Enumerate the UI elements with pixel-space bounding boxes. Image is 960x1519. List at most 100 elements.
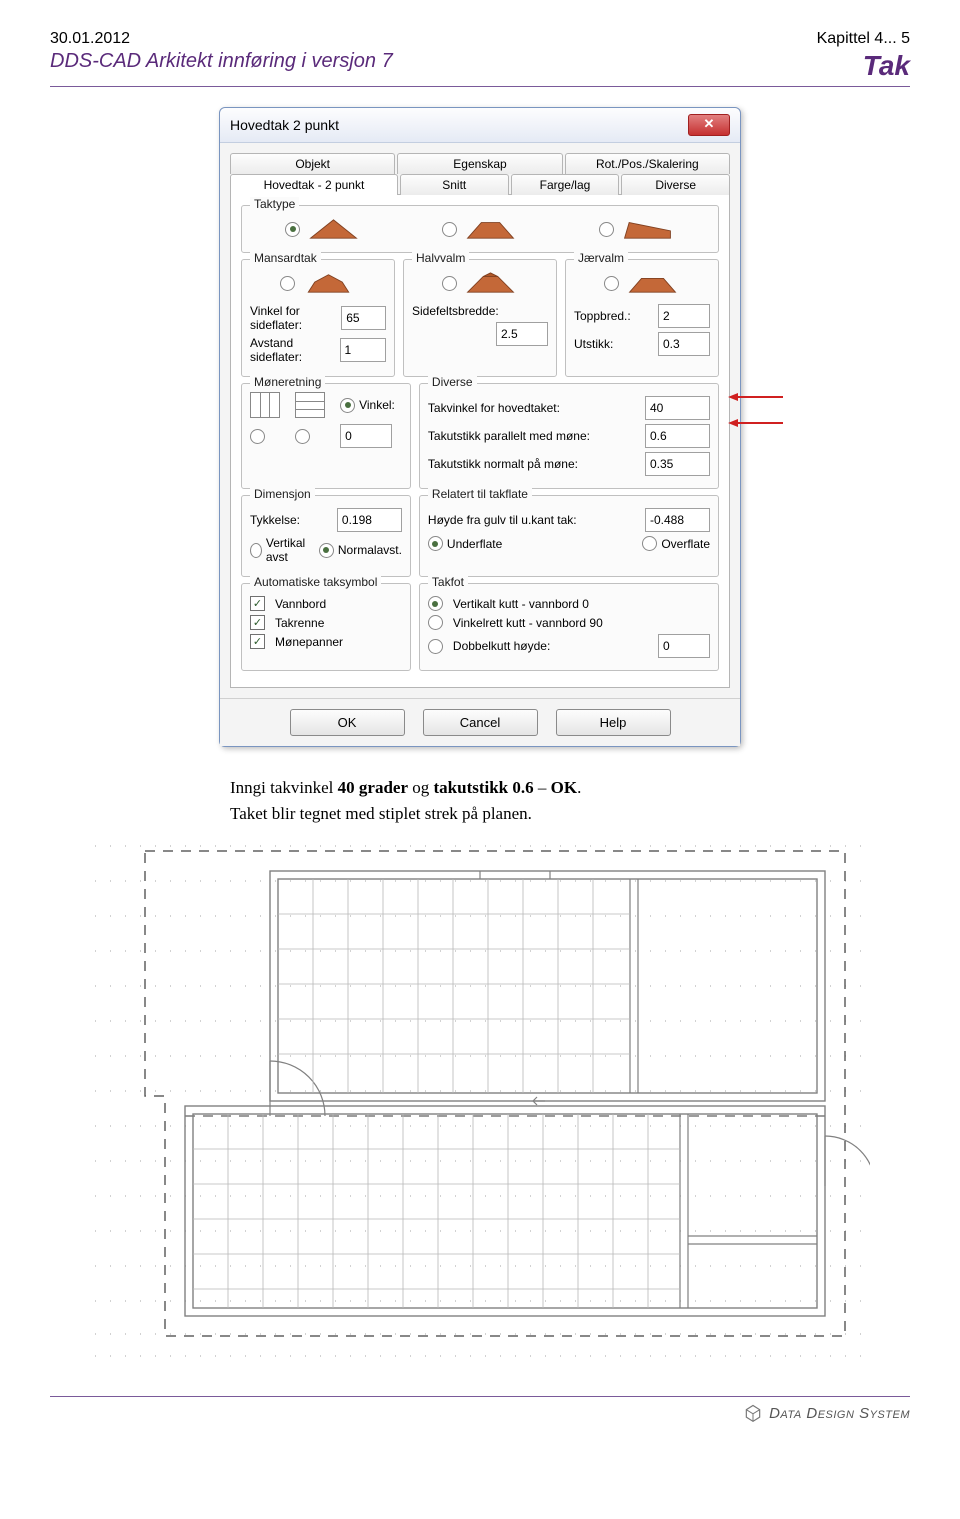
group-jaervalm: Jærvalm Toppbred.: 2 Utstikk: — [565, 259, 719, 377]
takvinkel-label: Takvinkel for hovedtaket: — [428, 401, 560, 415]
tab-rotpos[interactable]: Rot./Pos./Skalering — [565, 153, 730, 174]
jaervalm-label: Jærvalm — [574, 251, 628, 265]
vertavst-label: Vertikal avst — [266, 536, 315, 564]
vinkelrett-label: Vinkelrett kutt - vannbord 90 — [453, 616, 603, 630]
vkutt-radio[interactable] — [428, 596, 443, 611]
body-line2: Taket blir tegnet med stiplet strek på p… — [230, 801, 910, 827]
roof-jaervalm-icon — [625, 268, 680, 298]
body-line1: Inngi takvinkel 40 grader og takutstikk … — [230, 775, 910, 801]
hoyde-input[interactable]: -0.488 — [645, 508, 710, 532]
vkutt-label: Vertikalt kutt - vannbord 0 — [453, 597, 589, 611]
hoyde-label: Høyde fra gulv til u.kant tak: — [428, 513, 577, 527]
tab-objekt[interactable]: Objekt — [230, 153, 395, 174]
taktype-radio-shed[interactable] — [599, 222, 614, 237]
jaervalm-radio[interactable] — [604, 276, 619, 291]
avstand-side-input[interactable]: 1 — [340, 338, 386, 362]
dobbel-radio[interactable] — [428, 639, 443, 654]
mone-vert-radio[interactable] — [250, 429, 265, 444]
tab-fargelag[interactable]: Farge/lag — [511, 174, 620, 195]
close-icon[interactable]: ✕ — [688, 114, 730, 136]
header-date: 30.01.2012 — [50, 30, 130, 48]
normalt-label: Takutstikk normalt på møne: — [428, 457, 578, 471]
halvvalm-label: Halvvalm — [412, 251, 469, 265]
utstikk-label: Utstikk: — [574, 337, 613, 351]
group-autosymbol: Automatiske taksymbol Vannbord Takrenne … — [241, 583, 411, 671]
mansard-label: Mansardtak — [250, 251, 321, 265]
normalt-input[interactable]: 0.35 — [645, 452, 710, 476]
toppbred-input[interactable]: 2 — [658, 304, 710, 328]
cancel-button[interactable]: Cancel — [423, 709, 538, 736]
overflate-label: Overflate — [661, 537, 710, 551]
parallelt-label: Takutstikk parallelt med møne: — [428, 429, 590, 443]
group-halvvalm: Halvvalm Sidefeltsbredde: 2.5 — [403, 259, 557, 377]
vannbord-check[interactable] — [250, 596, 265, 611]
group-takfot: Takfot Vertikalt kutt - vannbord 0 Vinke… — [419, 583, 719, 671]
sidefelt-input[interactable]: 2.5 — [496, 322, 548, 346]
takfot-label: Takfot — [428, 575, 468, 589]
tab-diverse[interactable]: Diverse — [621, 174, 730, 195]
dialog-title-text: Hovedtak 2 punkt — [230, 117, 339, 133]
tykkelse-label: Tykkelse: — [250, 513, 300, 527]
tab-hovedtak[interactable]: Hovedtak - 2 punkt — [230, 174, 398, 195]
diverse-label: Diverse — [428, 375, 477, 389]
group-dimensjon: Dimensjon Tykkelse: 0.198 Vertikal avst … — [241, 495, 411, 577]
relatert-label: Relatert til takflate — [428, 487, 532, 501]
header-section: Tak — [863, 50, 910, 82]
taktype-radio-hip[interactable] — [442, 222, 457, 237]
vertavst-radio[interactable] — [250, 543, 262, 558]
toppbred-label: Toppbred.: — [574, 309, 631, 323]
taktype-label: Taktype — [250, 197, 299, 211]
arrow-parallelt-icon — [728, 418, 783, 428]
parallelt-input[interactable]: 0.6 — [645, 424, 710, 448]
group-moneretning: Møneretning Vinkel: 0 — [241, 383, 411, 489]
header-doctitle: DDS-CAD Arkitekt innføring i versjon 7 — [50, 50, 393, 82]
halvvalm-radio[interactable] — [442, 276, 457, 291]
dimensjon-label: Dimensjon — [250, 487, 315, 501]
autosymbol-label: Automatiske taksymbol — [250, 575, 381, 589]
dds-logo-icon — [743, 1403, 763, 1423]
group-taktype: Taktype — [241, 205, 719, 253]
underflate-label: Underflate — [447, 537, 502, 551]
takvinkel-input[interactable]: 40 — [645, 396, 710, 420]
mansard-radio[interactable] — [280, 276, 295, 291]
arrow-takvinkel-icon — [728, 392, 783, 402]
dialog-hovedtak: Hovedtak 2 punkt ✕ Objekt Egenskap Rot./… — [219, 107, 741, 747]
normavst-label: Normalavst. — [338, 543, 402, 557]
takrenne-label: Takrenne — [275, 616, 324, 630]
monepanner-label: Mønepanner — [275, 635, 343, 649]
roof-gable-icon — [306, 214, 361, 244]
help-button[interactable]: Help — [556, 709, 671, 736]
underflate-radio[interactable] — [428, 536, 443, 551]
takrenne-check[interactable] — [250, 615, 265, 630]
dobbel-input[interactable]: 0 — [658, 634, 710, 658]
mone-vinkel-radio[interactable] — [340, 398, 355, 413]
ok-button[interactable]: OK — [290, 709, 405, 736]
vinkelrett-radio[interactable] — [428, 615, 443, 630]
avstand-side-label: Avstand sideflater: — [250, 336, 336, 364]
utstikk-input[interactable]: 0.3 — [658, 332, 710, 356]
vinkel-side-label: Vinkel for sideflater: — [250, 304, 337, 332]
normavst-radio[interactable] — [319, 543, 334, 558]
group-diverse: Diverse Takvinkel for hovedtaket: 40 Tak… — [419, 383, 719, 489]
mone-vinkel-label: Vinkel: — [359, 398, 395, 412]
roof-halvvalm-icon — [463, 268, 518, 298]
tykkelse-input[interactable]: 0.198 — [337, 508, 402, 532]
vannbord-label: Vannbord — [275, 597, 326, 611]
tab-snitt[interactable]: Snitt — [400, 174, 509, 195]
sidefelt-label: Sidefeltsbredde: — [412, 304, 499, 318]
group-mansard: Mansardtak Vinkel for sideflater: 65 Avs… — [241, 259, 395, 377]
roof-hip-icon — [463, 214, 518, 244]
mone-horz-icon — [295, 392, 325, 418]
mone-vinkel-input[interactable]: 0 — [340, 424, 392, 448]
dobbel-label: Dobbelkutt høyde: — [453, 639, 550, 653]
tab-egenskap[interactable]: Egenskap — [397, 153, 562, 174]
header-chapter: Kapittel 4... 5 — [817, 30, 910, 48]
mone-horz-radio[interactable] — [295, 429, 310, 444]
mone-vert-icon — [250, 392, 280, 418]
overflate-radio[interactable] — [642, 536, 657, 551]
vinkel-side-input[interactable]: 65 — [341, 306, 386, 330]
taktype-radio-gable[interactable] — [285, 222, 300, 237]
roof-mansard-icon — [301, 268, 356, 298]
monepanner-check[interactable] — [250, 634, 265, 649]
footer-brand: Data Design System — [769, 1405, 910, 1422]
